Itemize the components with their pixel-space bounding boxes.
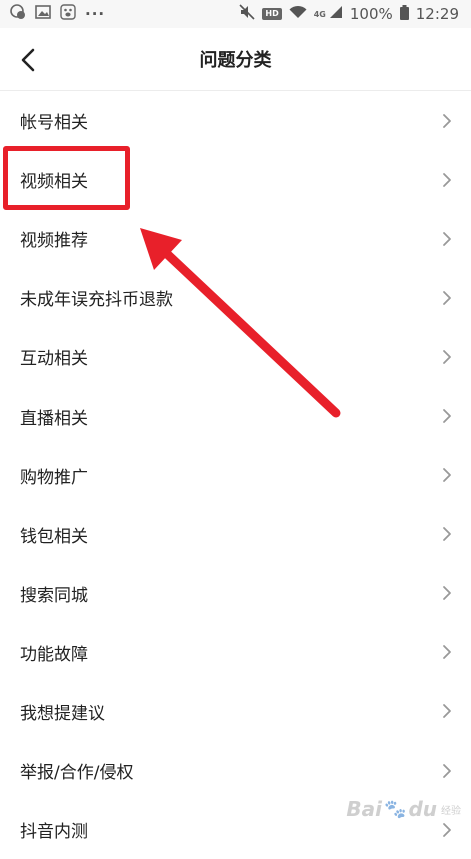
chevron-left-icon — [21, 48, 35, 72]
baidu-paw-icon — [60, 4, 76, 24]
more-dots-icon: ··· — [85, 5, 106, 23]
list-item-label: 抖音内测 — [20, 822, 88, 843]
hd-badge: HD — [262, 8, 282, 20]
status-bar-right: HD 4G 100% 12:29 — [239, 4, 471, 24]
page-title: 问题分类 — [199, 50, 272, 71]
battery-icon — [399, 4, 409, 24]
chevron-right-icon — [443, 645, 451, 660]
clock: 12:29 — [415, 5, 459, 23]
wifi-icon — [289, 5, 307, 23]
list-item-label: 我想提建议 — [20, 703, 105, 724]
status-bar-left: ··· — [0, 4, 105, 24]
signal-icon — [329, 5, 343, 23]
chevron-right-icon — [443, 409, 451, 423]
mute-icon — [239, 4, 255, 24]
image-notification-icon — [35, 5, 51, 23]
list-item-label: 举报/合作/侵权 — [20, 763, 134, 784]
list-item-label: 购物推广 — [20, 467, 88, 488]
list-item-video-recommend[interactable]: 视频推荐 — [0, 209, 471, 268]
list-item-live[interactable]: 直播相关 — [0, 386, 471, 445]
chat-notification-icon — [10, 4, 26, 24]
list-item-label: 功能故障 — [20, 644, 88, 665]
chevron-right-icon — [443, 113, 451, 128]
chevron-right-icon — [443, 704, 451, 719]
list-item-minor-refund[interactable]: 未成年误充抖币退款 — [0, 268, 471, 327]
list-item-video[interactable]: 视频相关 — [0, 150, 471, 209]
status-bar: ··· HD 4G 100% 12:29 — [0, 0, 471, 28]
chevron-right-icon — [443, 527, 451, 542]
back-button[interactable] — [10, 42, 46, 78]
list-item-search-local[interactable]: 搜索同城 — [0, 564, 471, 623]
chevron-right-icon — [443, 468, 451, 483]
list-item-label: 互动相关 — [20, 349, 88, 370]
list-item-shopping[interactable]: 购物推广 — [0, 446, 471, 505]
list-item-wallet[interactable]: 钱包相关 — [0, 505, 471, 564]
network-type: 4G — [313, 9, 326, 19]
battery-percent: 100% — [349, 5, 393, 23]
list-item-account[interactable]: 帐号相关 — [0, 91, 471, 150]
list-item-beta-test[interactable]: 抖音内测 — [0, 800, 471, 859]
list-item-report[interactable]: 举报/合作/侵权 — [0, 741, 471, 800]
list-item-label: 钱包相关 — [20, 526, 88, 547]
list-item-label: 搜索同城 — [20, 585, 88, 606]
list-item-label: 帐号相关 — [20, 113, 88, 134]
chevron-right-icon — [443, 763, 451, 778]
list-item-interaction[interactable]: 互动相关 — [0, 327, 471, 386]
chevron-right-icon — [443, 822, 451, 837]
list-item-label: 未成年误充抖币退款 — [20, 290, 173, 311]
list-item-label: 视频相关 — [20, 172, 88, 193]
header: 问题分类 — [0, 28, 471, 90]
list-item-suggestion[interactable]: 我想提建议 — [0, 682, 471, 741]
category-list: 帐号相关 视频相关 视频推荐 未成年误充抖币退款 互动相关 直播相关 购物推广 … — [0, 91, 471, 859]
chevron-right-icon — [443, 350, 451, 364]
chevron-right-icon — [443, 231, 451, 246]
list-item-label: 视频推荐 — [20, 231, 88, 252]
chevron-right-icon — [443, 290, 451, 305]
chevron-right-icon — [443, 172, 451, 187]
chevron-right-icon — [443, 586, 451, 601]
list-item-malfunction[interactable]: 功能故障 — [0, 623, 471, 682]
list-item-label: 直播相关 — [20, 408, 88, 429]
